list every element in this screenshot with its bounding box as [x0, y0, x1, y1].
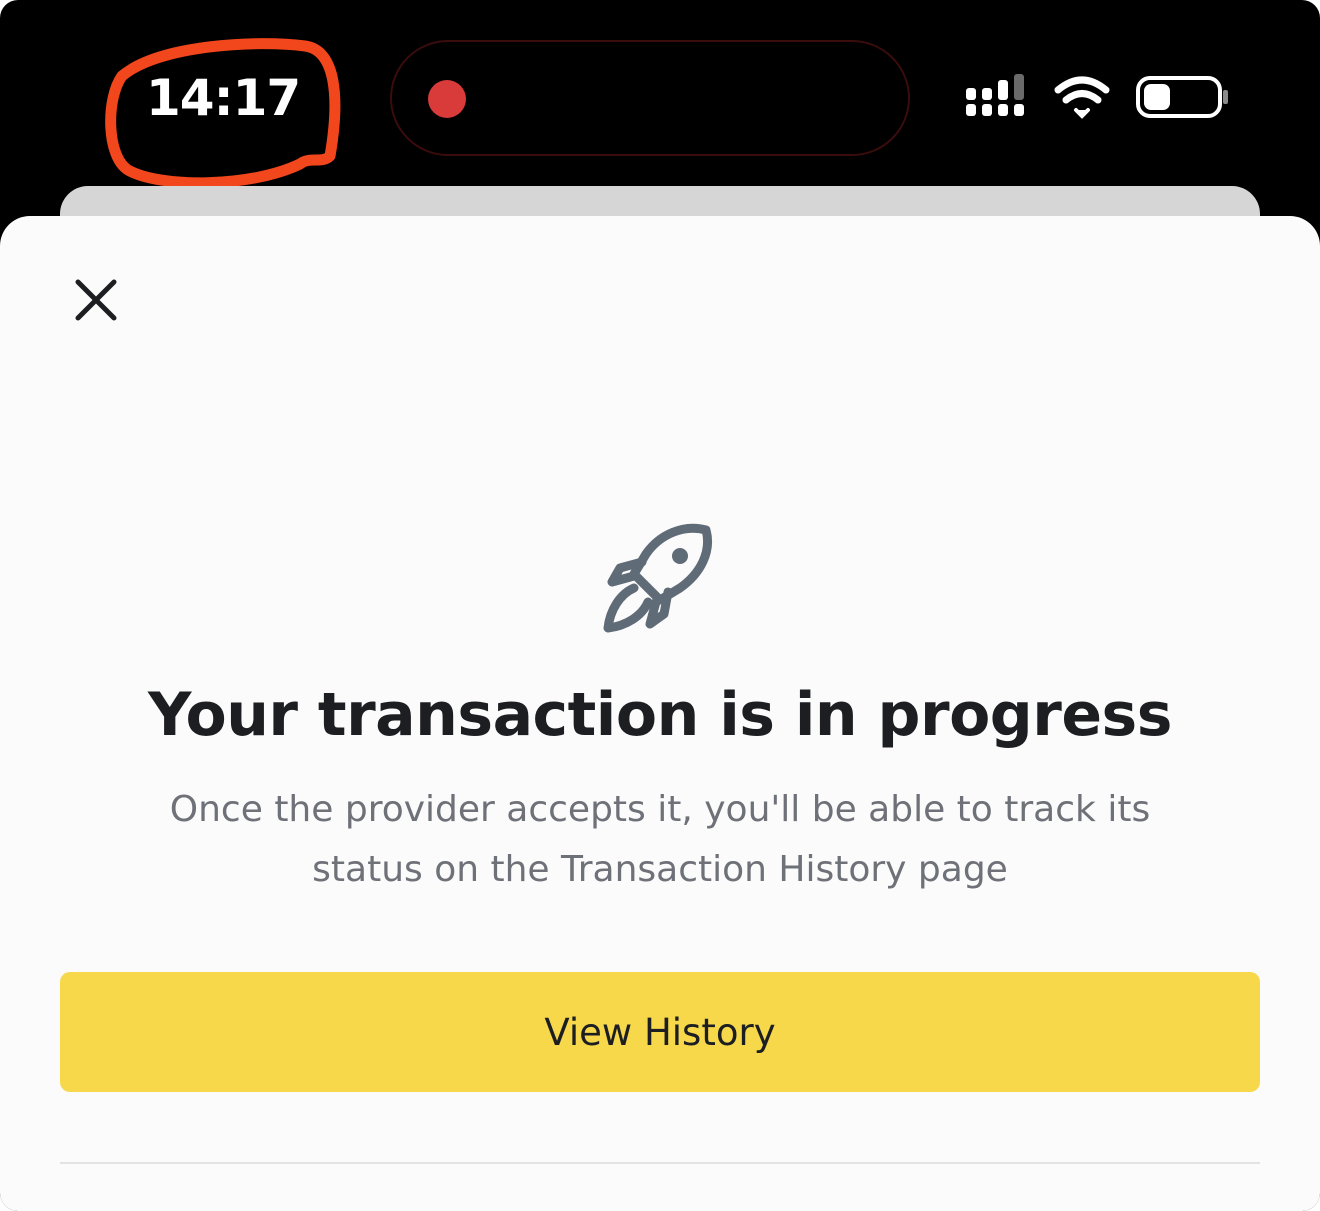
wifi-icon [1054, 76, 1110, 119]
close-button[interactable] [60, 264, 132, 336]
status-icons [966, 74, 1228, 119]
status-title: Your transaction is in progress [148, 680, 1172, 750]
battery-icon [1136, 76, 1228, 118]
view-history-button[interactable]: View History [60, 972, 1260, 1092]
close-icon [75, 279, 117, 321]
cellular-signal-icon [966, 74, 1024, 116]
rocket-icon [603, 523, 712, 633]
divider [60, 1162, 1260, 1164]
status-description: Once the provider accepts it, you'll be … [169, 789, 1151, 890]
status-time: 14:17 [146, 69, 301, 127]
recording-indicator [428, 80, 466, 118]
dynamic-island [390, 40, 910, 156]
phone-screen: 14:17 Your transaction is in progress On… [0, 0, 1320, 1211]
